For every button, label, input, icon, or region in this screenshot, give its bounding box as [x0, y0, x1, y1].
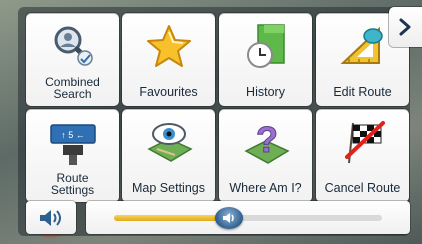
map-settings-icon	[145, 119, 193, 165]
svg-text:↑ 5 ←: ↑ 5 ←	[61, 130, 85, 140]
route-settings-icon: ↑ 5 ←	[49, 119, 97, 165]
tile-label: Where Am I?	[229, 181, 302, 195]
star-icon	[145, 23, 193, 69]
volume-slider-handle[interactable]	[215, 207, 244, 229]
where-am-i-button[interactable]: ? Where Am I?	[219, 109, 312, 202]
edit-route-icon	[339, 23, 387, 69]
combined-search-button[interactable]: Combined Search	[26, 13, 119, 106]
volume-slider-track[interactable]	[114, 207, 382, 229]
tile-label: Route Settings	[50, 171, 95, 197]
map-settings-button[interactable]: Map Settings	[122, 109, 215, 202]
volume-slider-panel	[86, 201, 410, 234]
where-am-i-icon: ?	[242, 119, 290, 165]
favourites-button[interactable]: Favourites	[122, 13, 215, 106]
mute-button[interactable]	[26, 201, 76, 234]
tile-label: Combined Search	[45, 75, 100, 101]
history-button[interactable]: History	[219, 13, 312, 106]
route-settings-button[interactable]: ↑ 5 ← Route Settings	[26, 109, 119, 202]
speaker-icon	[40, 210, 61, 226]
volume-slider-fill	[114, 215, 230, 221]
search-person-icon	[49, 23, 97, 69]
svg-text:?: ?	[256, 119, 278, 160]
chevron-right-icon	[399, 18, 411, 36]
history-icon	[242, 23, 290, 69]
tile-label: Favourites	[139, 85, 198, 99]
tile-label: Edit Route	[333, 85, 392, 99]
cancel-route-button[interactable]: Cancel Route	[316, 109, 409, 202]
tile-label: Map Settings	[132, 181, 205, 195]
speaker-icon	[223, 213, 234, 223]
next-page-button[interactable]	[389, 7, 422, 47]
cancel-route-icon	[339, 119, 387, 165]
tile-label: Cancel Route	[324, 181, 401, 195]
tile-label: History	[246, 85, 285, 99]
